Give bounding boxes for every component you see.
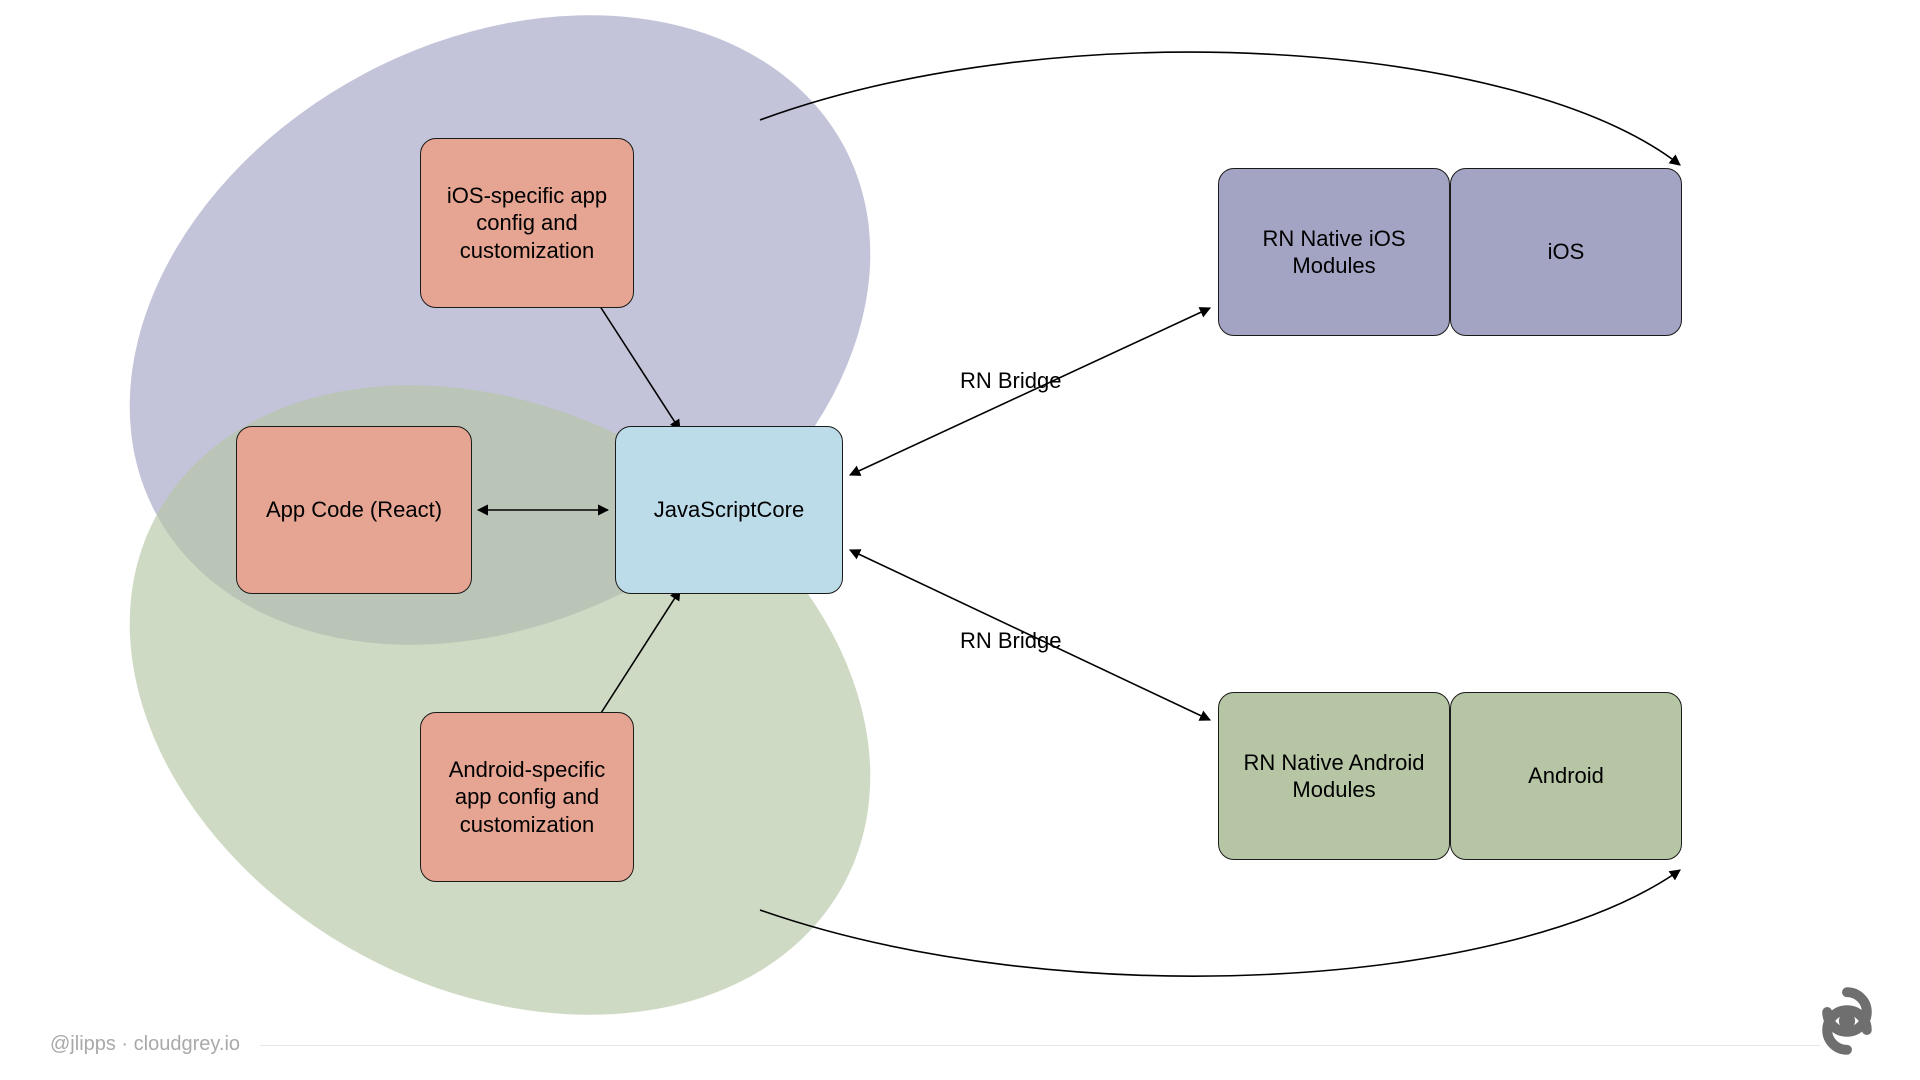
node-ios-config: iOS-specific app config and customizatio… [420, 138, 634, 308]
node-label: JavaScriptCore [654, 496, 804, 524]
footer-credit: @jlipps · cloudgrey.io [50, 1033, 240, 1055]
node-label: RN Native iOS Modules [1233, 225, 1435, 280]
edge-androidblob-android [760, 870, 1680, 976]
node-label: iOS [1548, 238, 1585, 266]
node-android-config: Android-specific app config and customiz… [420, 712, 634, 882]
node-android: Android [1450, 692, 1682, 860]
cloudgrey-logo-icon [1802, 976, 1892, 1066]
node-javascriptcore: JavaScriptCore [615, 426, 843, 594]
footer-rule [260, 1045, 1820, 1046]
diagram-stage: { "nodes": { "ios_config": { "label": "i… [0, 0, 1920, 1080]
edge-label-rn-bridge-bottom: RN Bridge [960, 628, 1061, 654]
node-rn-android-modules: RN Native Android Modules [1218, 692, 1450, 860]
edge-label-rn-bridge-top: RN Bridge [960, 368, 1061, 394]
node-label: RN Native Android Modules [1233, 749, 1435, 804]
node-label: Android-specific app config and customiz… [435, 756, 619, 839]
node-ios: iOS [1450, 168, 1682, 336]
node-rn-ios-modules: RN Native iOS Modules [1218, 168, 1450, 336]
node-label: Android [1528, 762, 1604, 790]
footer: @jlipps · cloudgrey.io [50, 1033, 240, 1056]
node-app-code: App Code (React) [236, 426, 472, 594]
node-label: iOS-specific app config and customizatio… [435, 182, 619, 265]
node-label: App Code (React) [266, 496, 442, 524]
edge-iosblob-ios [760, 52, 1680, 165]
